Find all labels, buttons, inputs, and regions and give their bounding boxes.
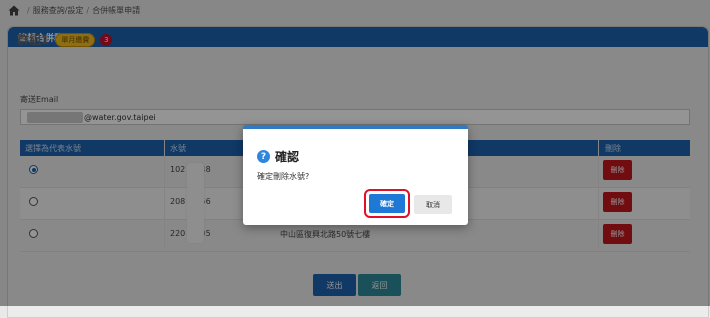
confirm-highlight: 確定 bbox=[364, 189, 410, 218]
dialog-title-text: 確認 bbox=[275, 150, 300, 164]
dialog-title: ? 確認 bbox=[257, 148, 299, 165]
cancel-button[interactable]: 取消 bbox=[414, 195, 452, 214]
confirm-button[interactable]: 確定 bbox=[369, 194, 405, 213]
question-icon: ? bbox=[257, 150, 270, 163]
dialog-message: 確定刪除水號? bbox=[257, 172, 310, 181]
confirm-dialog: ? 確認 確定刪除水號? 確定 取消 bbox=[243, 125, 468, 225]
